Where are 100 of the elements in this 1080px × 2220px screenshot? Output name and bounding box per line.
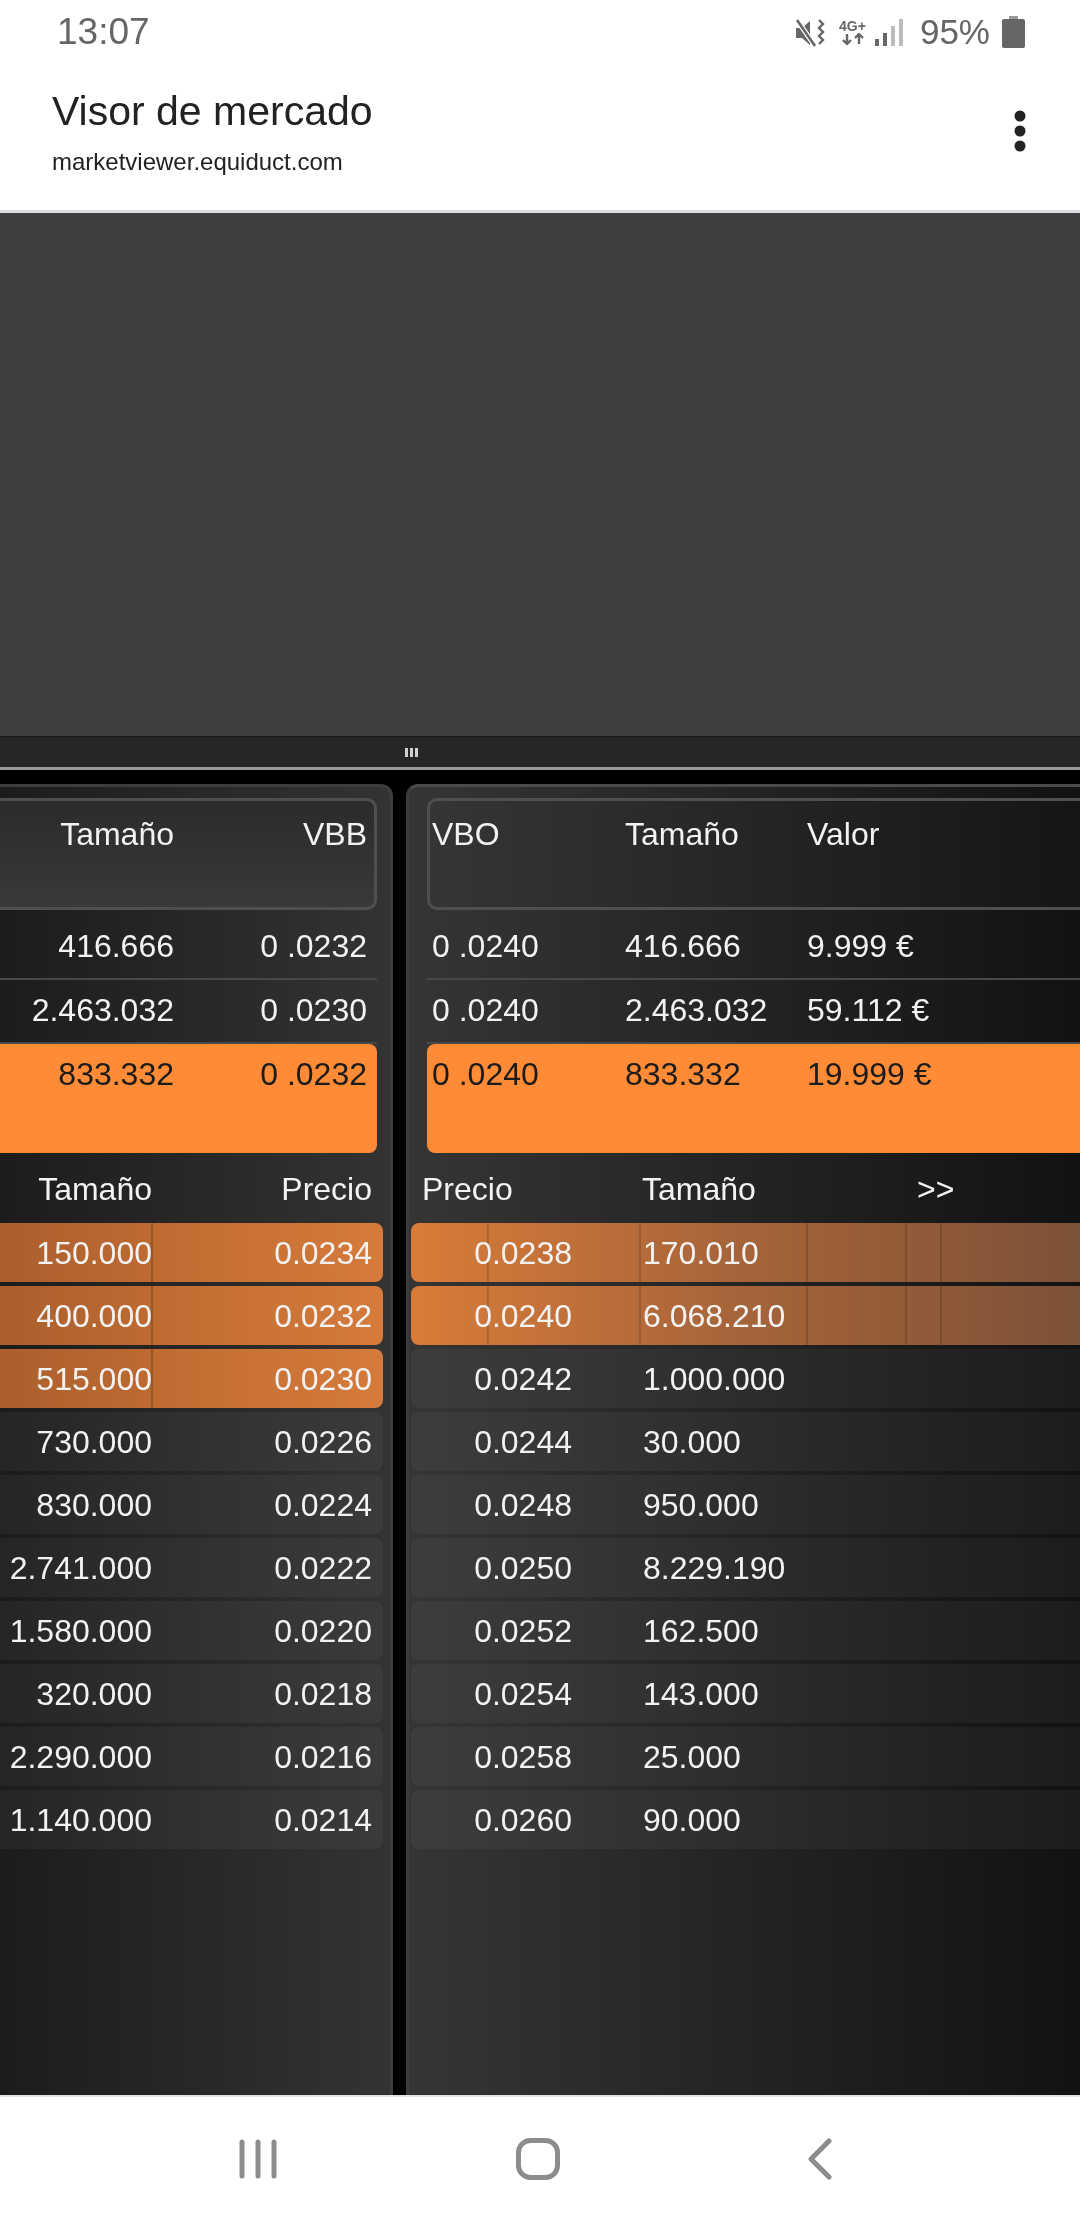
more-columns-button[interactable]: >> [913,1170,959,1208]
table-cell: 320.000 [36,1674,152,1713]
table-cell: 0.0252 [474,1611,572,1650]
grip-icon [405,747,418,757]
order-row[interactable]: 0.0250 8.229.190 [411,1538,1080,1597]
table-cell: 0.0250 [474,1548,572,1587]
home-icon[interactable] [516,2137,560,2180]
order-row[interactable]: 400.000 0.0232 [0,1286,383,1345]
order-row[interactable]: 0.0242 1.000.000 [411,1349,1080,1408]
battery-percentage: 95% [919,12,990,52]
table-cell: 0 .0240 [432,1055,539,1093]
table-cell: 0.0258 [474,1737,572,1776]
column-header: Tamaño [38,1170,152,1208]
table-cell: 19.999 € [807,1055,932,1093]
table-cell: 0.0238 [474,1233,572,1272]
table-cell: 400.000 [36,1296,152,1335]
table-cell: 0.0220 [274,1611,372,1650]
order-row[interactable]: 0.0260 90.000 [411,1790,1080,1849]
table-cell: 90.000 [643,1800,741,1839]
vertical-dots-icon [1014,110,1026,152]
table-cell: 0.0254 [474,1674,572,1713]
column-header: VBB [302,815,367,853]
order-row[interactable]: 730.000 0.0226 [0,1412,383,1471]
table-cell: 515.000 [36,1359,152,1398]
order-row[interactable]: 0.0258 25.000 [411,1727,1080,1786]
order-row[interactable]: 0.0254 143.000 [411,1664,1080,1723]
table-row[interactable]: 833.332 0 .0232 [0,1044,377,1153]
table-cell: 0.0240 [474,1296,572,1335]
table-cell: 0.0224 [274,1485,372,1524]
table-cell: 0.0218 [274,1674,372,1713]
table-cell: 170.010 [643,1233,759,1272]
column-header: Tamaño [60,815,174,853]
table-cell: 830.000 [36,1485,152,1524]
table-cell: 2.463.032 [31,991,174,1029]
table-cell: 0.0248 [474,1485,572,1524]
table-cell: 0.0242 [474,1359,572,1398]
data-arrows-icon [839,33,866,45]
table-cell: 416.666 [625,927,741,965]
table-cell: 0 .0240 [432,991,539,1029]
table-cell: 1.000.000 [643,1359,786,1398]
order-row[interactable]: 1.140.000 0.0214 [0,1790,383,1849]
table-row[interactable]: 416.666 0 .0232 [0,916,377,980]
vibrate-mode-icon [794,16,826,48]
splitter-bar[interactable] [0,736,1080,770]
table-cell: 1.580.000 [9,1611,152,1650]
table-cell: 0 .0232 [260,927,367,965]
table-cell: 0.0234 [274,1233,372,1272]
table-cell: 2.463.032 [625,991,768,1029]
column-header: VBO [432,815,500,853]
column-header: Precio [422,1170,513,1208]
column-header: Tamaño [642,1170,756,1208]
table-cell: 0 .0232 [260,1055,367,1093]
page-title: Visor de mercado [52,88,373,134]
table-cell: 25.000 [643,1737,741,1776]
table-cell: 8.229.190 [643,1548,786,1587]
order-row[interactable]: 1.580.000 0.0220 [0,1601,383,1660]
column-header: Precio [281,1170,372,1208]
table-cell: 0.0222 [274,1548,372,1587]
table-cell: 2.741.000 [9,1548,152,1587]
table-cell: 6.068.210 [643,1296,786,1335]
column-header: Tamaño [625,815,739,853]
order-row[interactable]: 320.000 0.0218 [0,1664,383,1723]
table-cell: 0.0232 [274,1296,372,1335]
table-cell: 1.140.000 [9,1800,152,1839]
order-row[interactable]: 2.741.000 0.0222 [0,1538,383,1597]
order-row[interactable]: 2.290.000 0.0216 [0,1727,383,1786]
order-row[interactable]: 830.000 0.0224 [0,1475,383,1534]
table-cell: 9.999 € [807,927,914,965]
table-cell: 150.000 [36,1233,152,1272]
order-row[interactable]: 515.000 0.0230 [0,1349,383,1408]
order-row[interactable]: 0.0248 950.000 [411,1475,1080,1534]
signal-icon [874,18,903,46]
table-cell: 416.666 [58,927,174,965]
table-cell: 730.000 [36,1422,152,1461]
table-cell: 833.332 [58,1055,174,1093]
table-row[interactable]: 0 .0240 416.666 9.999 € [427,916,1080,980]
table-cell: 0.0230 [274,1359,372,1398]
order-row[interactable]: 150.000 0.0234 [0,1223,383,1282]
recent-apps-icon[interactable] [239,2138,277,2179]
status-time: 13:07 [57,11,150,53]
table-cell: 833.332 [625,1055,741,1093]
table-cell: 0.0260 [474,1800,572,1839]
table-cell: 0 .0240 [432,927,539,965]
table-cell: 0.0226 [274,1422,372,1461]
table-cell: 0.0216 [274,1737,372,1776]
order-row[interactable]: 0.0238 170.010 [411,1223,1080,1282]
order-row[interactable]: 0.0244 30.000 [411,1412,1080,1471]
order-row[interactable]: 0.0240 6.068.210 [411,1286,1080,1345]
page-url: marketviewer.equiduct.com [52,147,343,177]
table-cell: 143.000 [643,1674,759,1713]
table-cell: 59.112 € [807,991,930,1029]
table-row[interactable]: 0 .0240 833.332 19.999 € [427,1044,1080,1153]
table-cell: 0 .0230 [260,991,367,1029]
network-type: 4G+ [839,19,866,33]
table-cell: 0.0214 [274,1800,372,1839]
battery-icon [1002,16,1025,48]
back-icon[interactable] [807,2137,833,2180]
table-cell: 950.000 [643,1485,759,1524]
order-row[interactable]: 0.0252 162.500 [411,1601,1080,1660]
more-options-button[interactable] [1014,110,1026,152]
